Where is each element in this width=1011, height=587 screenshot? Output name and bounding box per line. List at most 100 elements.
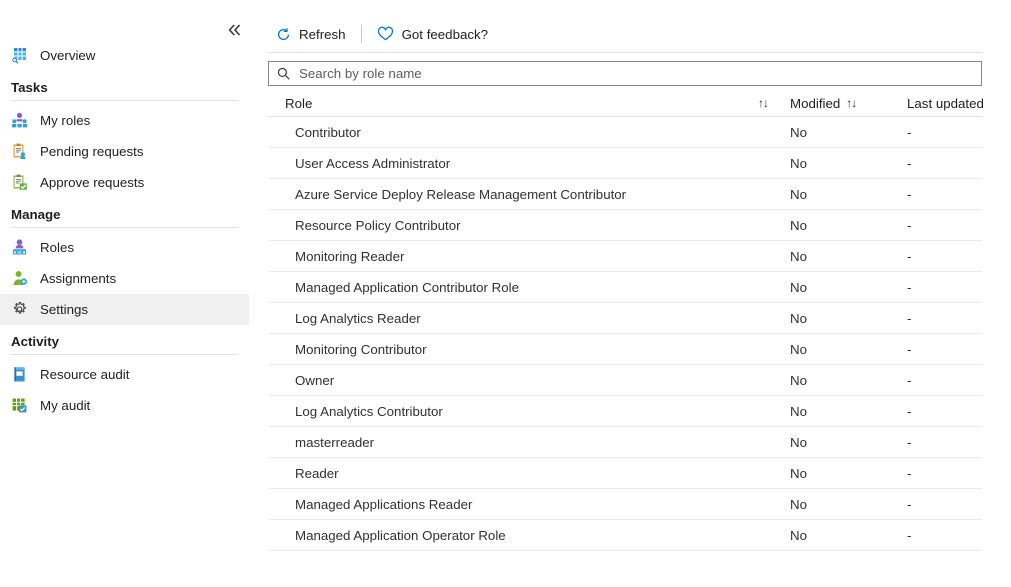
search-icon [276, 67, 290, 81]
cell-last-updated: - [907, 218, 982, 233]
table-row[interactable]: Azure Service Deploy Release Management … [268, 179, 982, 210]
cell-modified: No [790, 528, 907, 543]
column-header-modified-label: Modified [790, 96, 840, 111]
table-row[interactable]: Monitoring ContributorNo- [268, 334, 982, 365]
sidebar-item-my-audit[interactable]: My audit [0, 390, 258, 421]
cell-role[interactable]: Owner [268, 373, 790, 388]
cell-role[interactable]: Managed Applications Reader [268, 497, 790, 512]
refresh-button[interactable]: Refresh [268, 20, 352, 48]
cell-modified: No [790, 218, 907, 233]
sidebar-item-pending-requests[interactable]: Pending requests [0, 136, 258, 167]
cell-role[interactable]: Monitoring Contributor [268, 342, 790, 357]
cell-last-updated: - [907, 249, 982, 264]
got-feedback-label: Got feedback? [402, 27, 489, 42]
cell-last-updated: - [907, 466, 982, 481]
sidebar-item-label: Approve requests [40, 175, 144, 190]
sort-role-icon[interactable]: ↑↓ [758, 96, 768, 110]
column-header-modified[interactable]: Modified ↑↓ [790, 96, 907, 111]
sidebar-item-assignments[interactable]: Assignments [0, 263, 258, 294]
my-audit-grid-icon [11, 397, 28, 414]
table-row[interactable]: Log Analytics ReaderNo- [268, 303, 982, 334]
cell-last-updated: - [907, 125, 982, 140]
cell-modified: No [790, 125, 907, 140]
cell-role[interactable]: Resource Policy Contributor [268, 218, 790, 233]
table-row[interactable]: Managed Application Contributor RoleNo- [268, 272, 982, 303]
collapse-sidebar-button[interactable] [224, 19, 246, 41]
sidebar-item-resource-audit[interactable]: Resource audit [0, 359, 258, 390]
sort-modified-icon[interactable]: ↑↓ [846, 96, 856, 110]
roles-person-icon [11, 239, 28, 256]
cell-modified: No [790, 311, 907, 326]
cell-modified: No [790, 497, 907, 512]
resource-audit-book-icon [11, 366, 28, 383]
sidebar-item-approve-requests[interactable]: Approve requests [0, 167, 258, 198]
cell-last-updated: - [907, 280, 982, 295]
chevron-double-left-icon [228, 24, 242, 36]
clipped-text: · · · · [38, 0, 106, 5]
search-box[interactable] [268, 61, 982, 86]
sidebar-item-label: My roles [40, 113, 90, 128]
cell-modified: No [790, 280, 907, 295]
cell-modified: No [790, 156, 907, 171]
column-header-role[interactable]: Role ↑↓ [268, 96, 790, 111]
sidebar-item-label: Settings [40, 302, 88, 317]
cell-last-updated: - [907, 342, 982, 357]
cell-role[interactable]: Monitoring Reader [268, 249, 790, 264]
cell-role[interactable]: Managed Application Operator Role [268, 528, 790, 543]
cell-role[interactable]: Log Analytics Contributor [268, 404, 790, 419]
table-row[interactable]: Managed Applications ReaderNo- [268, 489, 982, 520]
sidebar-item-label: Pending requests [40, 144, 144, 159]
sidebar-group-title-tasks: Tasks [0, 80, 258, 95]
table-row[interactable]: User Access AdministratorNo- [268, 148, 982, 179]
sidebar-item-roles[interactable]: Roles [0, 232, 258, 263]
cell-modified: No [790, 466, 907, 481]
cell-last-updated: - [907, 435, 982, 450]
cell-modified: No [790, 373, 907, 388]
table-row[interactable]: Monitoring ReaderNo- [268, 241, 982, 272]
cell-role[interactable]: Log Analytics Reader [268, 311, 790, 326]
sidebar-item-label: My audit [40, 398, 90, 413]
table-row[interactable]: ReaderNo- [268, 458, 982, 489]
cell-last-updated: - [907, 528, 982, 543]
table-row[interactable]: masterreaderNo- [268, 427, 982, 458]
sidebar-nav-list: Overview Tasks My [0, 40, 258, 421]
table-row[interactable]: Resource Policy ContributorNo- [268, 210, 982, 241]
cell-role[interactable]: Managed Application Contributor Role [268, 280, 790, 295]
table-row[interactable]: Managed Application Operator RoleNo- [268, 520, 982, 551]
table-row[interactable]: ContributorNo- [268, 117, 982, 148]
search-input[interactable] [297, 65, 974, 82]
sidebar-group-title-manage: Manage [0, 207, 258, 222]
grid-overview-icon [11, 47, 28, 64]
cell-role[interactable]: Reader [268, 466, 790, 481]
table-row[interactable]: OwnerNo- [268, 365, 982, 396]
cell-modified: No [790, 249, 907, 264]
cell-role[interactable]: Contributor [268, 125, 790, 140]
cell-role[interactable]: User Access Administrator [268, 156, 790, 171]
sidebar-item-settings[interactable]: Settings [0, 294, 249, 325]
cell-role[interactable]: Azure Service Deploy Release Management … [268, 187, 790, 202]
azure-pim-settings-page: · · · · [0, 0, 1011, 587]
approve-requests-clipboard-check-icon [11, 174, 28, 191]
table-body: ContributorNo-User Access AdministratorN… [268, 117, 982, 551]
sidebar: · · · · [0, 0, 258, 587]
sidebar-item-label: Assignments [40, 271, 116, 286]
sidebar-item-my-roles[interactable]: My roles [0, 105, 258, 136]
cell-last-updated: - [907, 497, 982, 512]
table-row[interactable]: Log Analytics ContributorNo- [268, 396, 982, 427]
sidebar-item-label: Resource audit [40, 367, 129, 382]
assignments-person-icon [11, 270, 28, 287]
column-header-last-updated[interactable]: Last updated [907, 96, 982, 111]
gear-icon [11, 301, 28, 318]
refresh-label: Refresh [299, 27, 346, 42]
table-header-row: Role ↑↓ Modified ↑↓ Last updated [268, 90, 982, 117]
main-content: Refresh Got feedback? [258, 0, 1011, 587]
cell-last-updated: - [907, 187, 982, 202]
cell-modified: No [790, 435, 907, 450]
toolbar-separator [361, 25, 362, 43]
sidebar-clipped-top-text: · · · · [0, 0, 258, 9]
sidebar-item-overview[interactable]: Overview [0, 40, 258, 71]
got-feedback-button[interactable]: Got feedback? [371, 20, 495, 48]
pending-requests-clipboard-icon [11, 143, 28, 160]
cell-role[interactable]: masterreader [268, 435, 790, 450]
sidebar-group-divider [11, 100, 238, 101]
